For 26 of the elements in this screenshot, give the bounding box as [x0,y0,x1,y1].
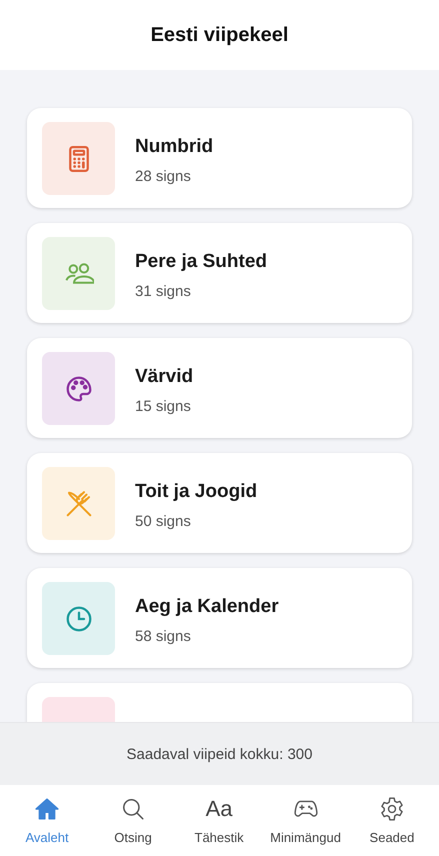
category-card[interactable]: Numbrid 28 signs [27,108,412,208]
category-card[interactable]: Toit ja Joogid 50 signs [27,453,412,553]
category-title: Pere ja Suhted [135,251,267,273]
home-icon [34,796,60,822]
sign-count: 31 signs [135,283,192,300]
nav-tab[interactable]: Minimängud [270,796,341,845]
sign-count: 50 signs [135,513,192,530]
letters-icon: Aa [206,796,233,822]
sign-count: 28 signs [135,168,192,185]
sign-count: 15 signs [135,398,192,415]
category-card[interactable]: Värvid 15 signs [27,338,412,438]
total-signs-text: Saadaval viipeid kokku: 300 [126,746,312,762]
nav-tab[interactable]: Otsing [98,796,168,845]
category-title: Värvid [135,366,194,388]
category-title: Aeg ja Kalender [135,596,279,618]
nav-tab[interactable]: Aa Tähestik [184,796,254,845]
nav-tab[interactable]: Avaleht [12,796,82,845]
category-card[interactable]: Aeg ja Kalender 58 signs [27,568,412,668]
category-title: Numbrid [135,136,214,158]
settings-icon [378,796,405,822]
sign-count: 58 signs [135,628,192,645]
category-card[interactable]: Pere ja Suhted 31 signs [27,223,412,323]
search-icon [120,796,146,822]
category-title: Toit ja Joogid [135,481,258,503]
nav-tab[interactable]: Seaded [356,796,427,845]
screen-title: Eesti viipekeel [150,24,288,46]
